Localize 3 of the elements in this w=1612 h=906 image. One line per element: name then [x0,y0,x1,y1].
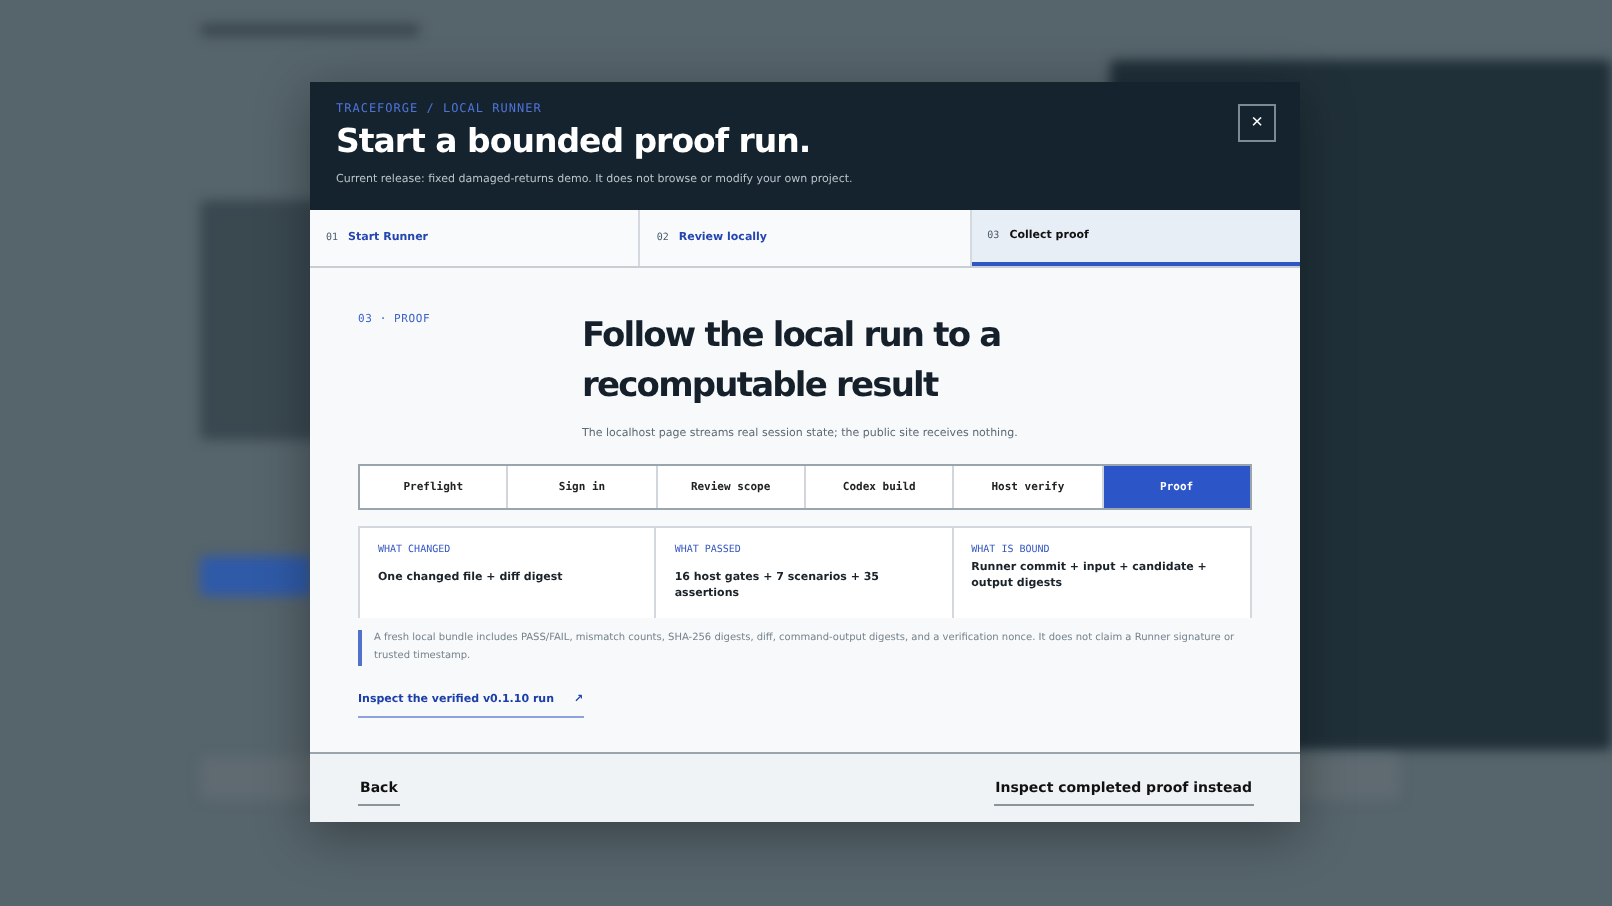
section-heading: Follow the local run to a recomputable result [582,314,1003,410]
dialog-title: Start a bounded proof run. [336,122,813,160]
close-button[interactable]: × [1238,104,1276,142]
